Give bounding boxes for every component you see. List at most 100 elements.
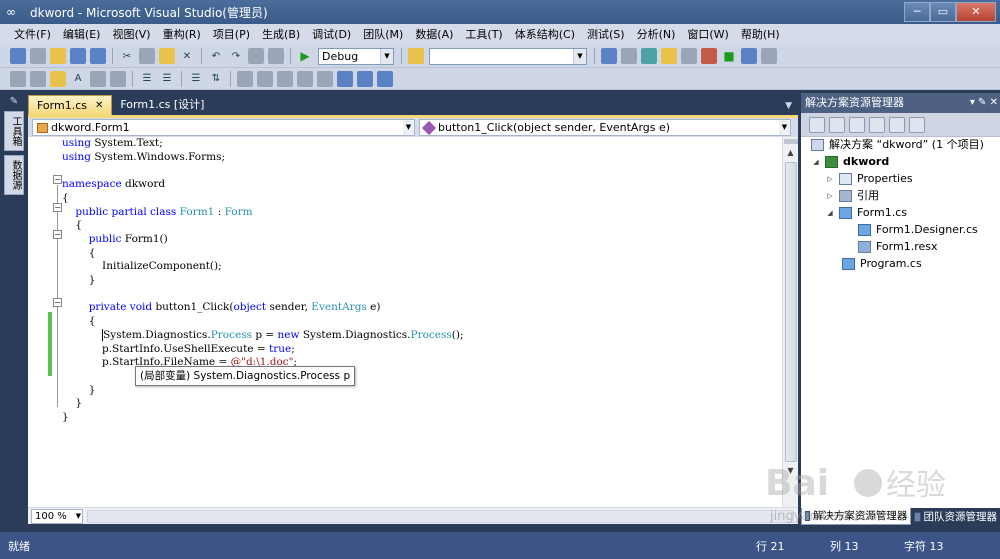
properties-window-icon[interactable] [621, 48, 637, 64]
layout-options-icon[interactable] [377, 70, 393, 87]
extension-manager-icon[interactable] [701, 48, 717, 64]
solution-explorer-icon[interactable] [601, 48, 617, 64]
collapse-method-icon[interactable]: − [53, 298, 62, 307]
horizontal-spacing-icon[interactable]: ☰ [188, 71, 204, 87]
align-to-grid-icon[interactable] [10, 70, 26, 87]
center-horizontally-icon[interactable] [237, 70, 253, 87]
paste-icon[interactable] [159, 48, 175, 64]
menu-build[interactable]: 生成(B) [256, 24, 306, 45]
menu-architecture[interactable]: 体系结构(C) [509, 24, 581, 45]
collapsed-icon[interactable]: ▷ [825, 171, 835, 187]
command-window-icon[interactable]: ■ [721, 48, 737, 64]
show-all-files-icon[interactable] [829, 116, 845, 133]
tree-item-solution[interactable]: 解决方案 “dkword” (1 个项目) [811, 137, 984, 153]
align-rights-icon[interactable]: A [70, 71, 86, 87]
collapse-class-icon[interactable]: − [53, 203, 62, 212]
tree-item-form1[interactable]: ◢ Form1.cs [825, 205, 907, 221]
view-designer-icon[interactable] [889, 116, 905, 133]
start-debugging-icon[interactable]: ▶ [297, 48, 313, 64]
collapsed-icon[interactable]: ▷ [825, 188, 835, 204]
bring-to-front-icon[interactable] [277, 70, 293, 87]
menu-analyze[interactable]: 分析(N) [631, 24, 682, 45]
toolbox-icon[interactable] [661, 48, 677, 64]
redo-icon[interactable]: ↷ [228, 48, 244, 64]
start-page-icon[interactable] [681, 48, 697, 64]
collapse-constructor-icon[interactable]: − [53, 230, 62, 239]
menu-debug[interactable]: 调试(D) [306, 24, 357, 45]
tab-form1-cs[interactable]: Form1.cs ✕ [28, 95, 113, 116]
team-explorer-icon[interactable] [741, 48, 757, 64]
tab-solution-explorer[interactable]: 解决方案资源管理器 [801, 508, 912, 525]
datasource-tab[interactable]: 数据源 [4, 155, 24, 195]
tab-team-explorer[interactable]: 团队资源管理器 [911, 508, 1000, 525]
solution-configuration-select[interactable]: Debug ▼ [318, 47, 394, 65]
tree-item-properties[interactable]: ▷ Properties [825, 171, 913, 187]
save-icon[interactable] [70, 48, 86, 64]
collapse-namespace-icon[interactable]: − [53, 175, 62, 184]
vertical-spacing-icon[interactable]: ⇅ [208, 71, 224, 87]
new-project-icon[interactable] [10, 48, 26, 64]
find-in-files-icon[interactable] [408, 48, 424, 64]
vertical-scrollbar[interactable]: ▲ ▼ [782, 137, 798, 507]
menu-tools[interactable]: 工具(T) [459, 24, 508, 45]
panel-options-icon[interactable]: ▾ ✎ ✕ [970, 93, 998, 113]
undo-icon[interactable]: ↶ [208, 48, 224, 64]
make-same-height-icon[interactable]: ☰ [159, 71, 175, 87]
scroll-thumb[interactable] [784, 162, 797, 462]
copy-icon[interactable] [139, 48, 155, 64]
navigate-backward-icon[interactable] [248, 48, 264, 64]
toolbox-tab[interactable]: 工具箱 [4, 111, 24, 151]
properties-icon[interactable] [809, 116, 825, 133]
menu-window[interactable]: 窗口(W) [681, 24, 734, 45]
menu-team[interactable]: 团队(M) [357, 24, 409, 45]
class-select[interactable]: dkword.Form1 ▼ [32, 119, 415, 136]
object-browser-icon[interactable] [641, 48, 657, 64]
save-all-icon[interactable] [90, 48, 106, 64]
tab-form1-design[interactable]: Form1.cs [设计] [112, 95, 212, 115]
close-icon[interactable]: ✕ [95, 96, 103, 116]
zoom-select[interactable]: 100 % ▼ [31, 508, 83, 524]
close-button[interactable]: ✕ [956, 2, 996, 22]
view-code-icon[interactable] [869, 116, 885, 133]
member-select[interactable]: button1_Click(object sender, EventArgs e… [419, 119, 791, 136]
menu-test[interactable]: 测试(S) [581, 24, 631, 45]
menu-data[interactable]: 数据(A) [409, 24, 459, 45]
expanded-icon[interactable]: ◢ [811, 154, 821, 170]
align-tops-icon[interactable] [90, 70, 106, 87]
tree-item-project[interactable]: ◢ dkword [811, 154, 889, 170]
refresh-icon[interactable] [849, 116, 865, 133]
open-file-icon[interactable] [50, 48, 66, 64]
horizontal-scrollbar[interactable] [87, 509, 794, 523]
align-middles-icon[interactable] [110, 70, 126, 87]
format-selection-icon[interactable] [357, 70, 373, 87]
menu-help[interactable]: 帮助(H) [735, 24, 786, 45]
align-centers-icon[interactable] [50, 70, 66, 87]
make-same-width-icon[interactable]: ☰ [139, 71, 155, 87]
maximize-button[interactable]: ▭ [930, 2, 956, 22]
pin-icon[interactable]: ✎ [0, 96, 28, 107]
menu-view[interactable]: 视图(V) [106, 24, 156, 45]
splitter-handle[interactable] [783, 139, 798, 144]
scroll-down-icon[interactable]: ▼ [784, 464, 798, 478]
lock-controls-icon[interactable] [337, 70, 353, 87]
menu-project[interactable]: 项目(P) [207, 24, 256, 45]
expanded-icon[interactable]: ◢ [825, 205, 835, 221]
tab-order-icon[interactable] [317, 70, 333, 87]
tree-item-form1-designer[interactable]: Form1.Designer.cs [858, 222, 978, 238]
cut-icon[interactable]: ✂ [119, 48, 135, 64]
toolbar-options-icon[interactable] [761, 48, 777, 64]
code-editor[interactable]: − − − − using System.Text; using System.… [28, 137, 798, 507]
menu-refactor[interactable]: 重构(R) [157, 24, 207, 45]
menu-file[interactable]: 文件(F) [8, 24, 57, 45]
delete-icon[interactable]: ✕ [179, 48, 195, 64]
scroll-up-icon[interactable]: ▲ [784, 146, 798, 160]
tree-item-references[interactable]: ▷ 引用 [825, 188, 879, 204]
tree-item-program[interactable]: Program.cs [842, 256, 922, 272]
navigate-forward-icon[interactable] [268, 48, 284, 64]
chevron-down-icon[interactable]: ▼ [785, 101, 792, 111]
menu-edit[interactable]: 编辑(E) [57, 24, 107, 45]
view-class-diagram-icon[interactable] [909, 116, 925, 133]
send-to-back-icon[interactable] [297, 70, 313, 87]
center-vertically-icon[interactable] [257, 70, 273, 87]
find-combo[interactable]: ▼ [429, 47, 587, 65]
